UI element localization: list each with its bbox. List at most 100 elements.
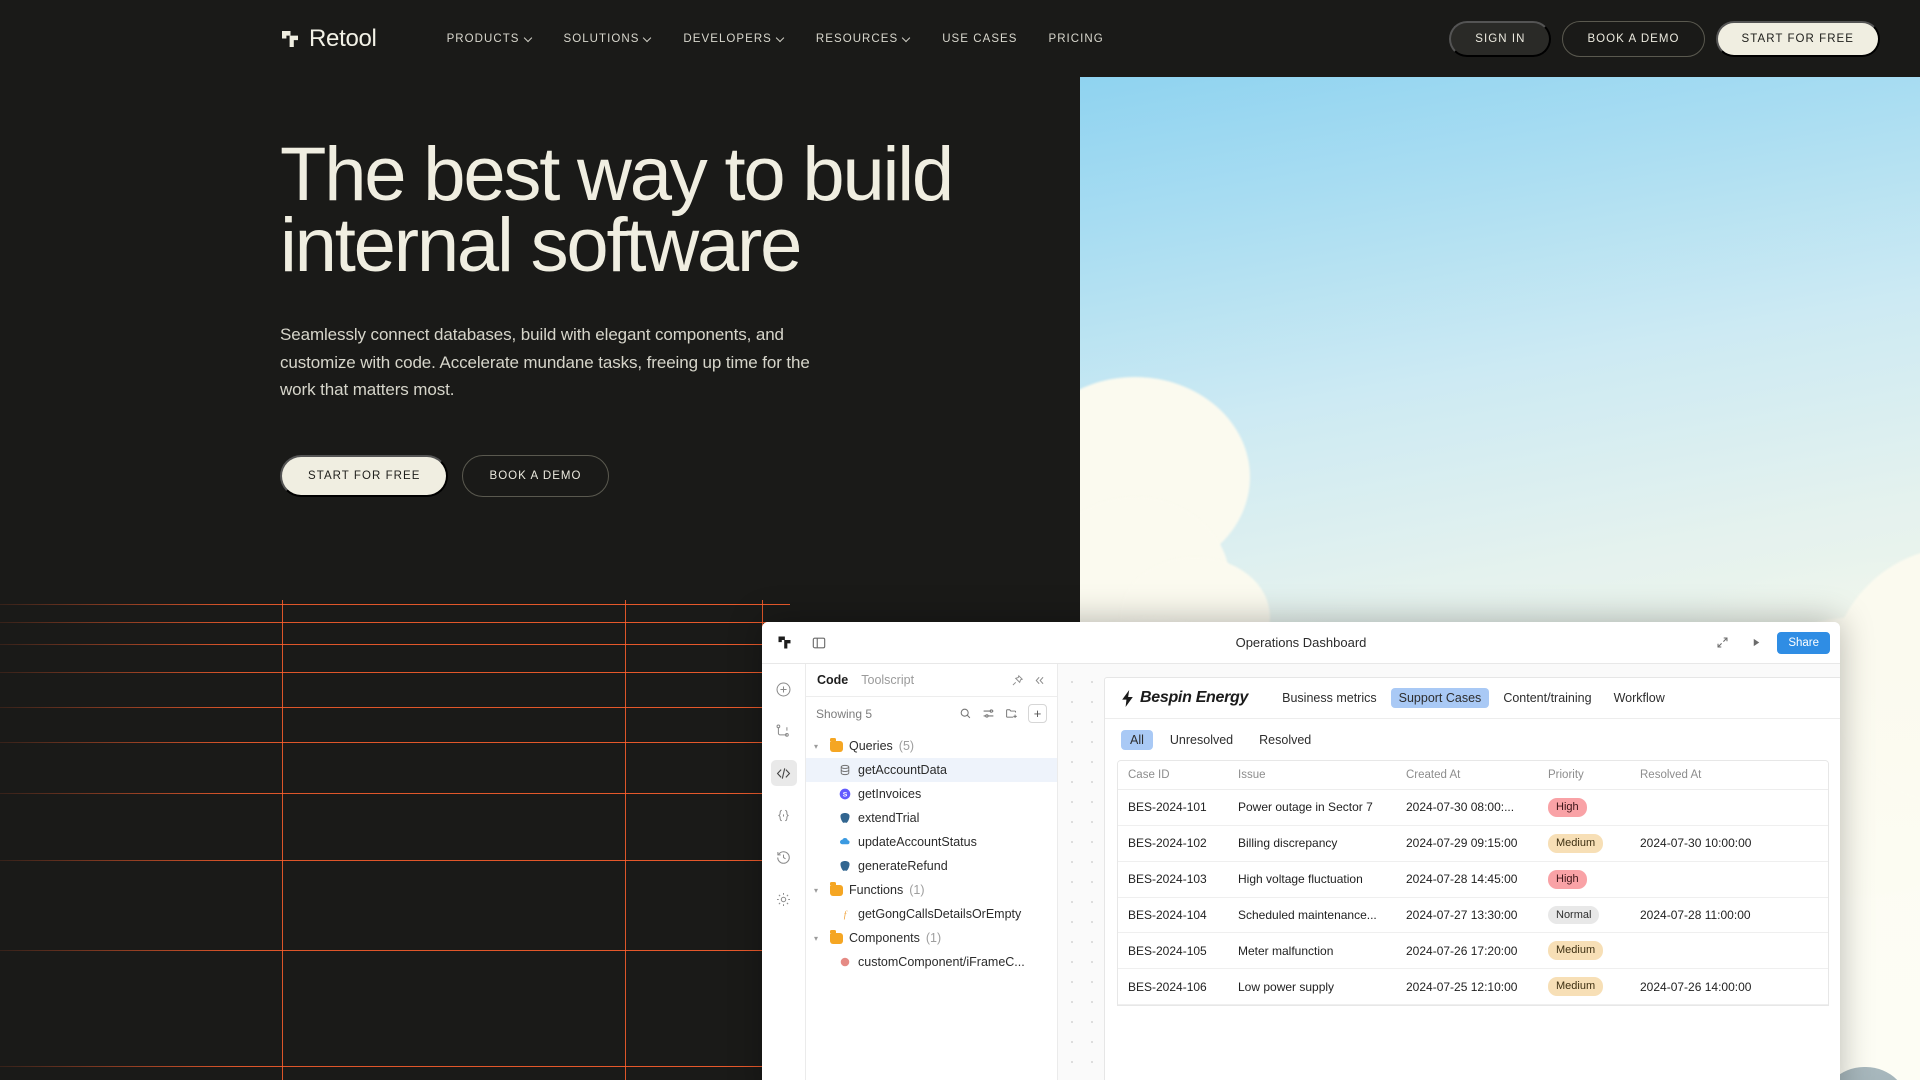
cell-resolved-at [1630,790,1828,826]
folder-icon [830,885,843,896]
decorative-grid [0,600,790,1080]
support-cases-table: Case ID Issue Created At Priority Resolv… [1118,761,1828,1005]
retool-app-preview: Operations Dashboard Share [762,622,1840,1080]
nav-link-developers[interactable]: DEVELOPERS [683,33,784,45]
hero-book-a-demo-button[interactable]: BOOK A DEMO [462,455,608,497]
hero-start-for-free-button[interactable]: START FOR FREE [280,455,448,497]
tab-support-cases[interactable]: Support Cases [1391,688,1490,708]
code-brackets-icon[interactable] [771,760,797,786]
postgres-icon [838,811,852,825]
cell-created-at: 2024-07-29 09:15:00 [1396,825,1538,861]
table-row[interactable]: BES-2024-106 Low power supply 2024-07-25… [1118,969,1828,1005]
table-header-row: Case ID Issue Created At Priority Resolv… [1118,761,1828,790]
nav-link-resources[interactable]: RESOURCES [816,33,911,45]
tree-node-label: Queries [849,739,893,753]
column-header-created-at[interactable]: Created At [1396,761,1538,790]
nav-link-use-cases[interactable]: USE CASES [942,33,1017,45]
column-header-resolved-at[interactable]: Resolved At [1630,761,1828,790]
nav-link-solutions[interactable]: SOLUTIONS [564,33,653,45]
tab-toolscript[interactable]: Toolscript [861,673,914,687]
cell-resolved-at [1630,933,1828,969]
cell-resolved-at [1630,861,1828,897]
cell-case-id: BES-2024-101 [1118,790,1228,826]
table-row[interactable]: BES-2024-104 Scheduled maintenance... 20… [1118,897,1828,933]
app-body: Code Toolscript [762,664,1840,1080]
app-icon-rail [762,664,806,1080]
tree-folder-queries[interactable]: ▾ Queries (5) [806,734,1057,758]
cell-issue: Scheduled maintenance... [1228,897,1396,933]
cloud-api-icon [838,835,852,849]
filter-all[interactable]: All [1121,730,1153,750]
nav-link-products[interactable]: PRODUCTS [447,33,533,45]
filter-unresolved[interactable]: Unresolved [1161,730,1242,750]
sign-in-button[interactable]: SIGN IN [1449,21,1551,57]
tree-node-label: getGongCallsDetailsOrEmpty [858,907,1021,921]
tree-folder-functions[interactable]: ▾ Functions (1) [806,878,1057,902]
tree-item-extend-trial[interactable]: extendTrial [806,806,1057,830]
add-plus-icon[interactable] [771,676,797,702]
cell-created-at: 2024-07-25 12:10:00 [1396,969,1538,1005]
tab-code[interactable]: Code [817,673,848,687]
hero-heading: The best way to build internal software [280,140,1040,281]
workflow-branch-icon[interactable] [771,718,797,744]
toggle-panel-icon[interactable] [806,630,832,656]
tab-content-training[interactable]: Content/training [1495,688,1599,708]
collapse-panel-icon[interactable] [1033,674,1046,687]
nav-link-pricing[interactable]: PRICING [1048,33,1103,45]
column-header-issue[interactable]: Issue [1228,761,1396,790]
retool-logo-icon [280,29,300,49]
column-header-case-id[interactable]: Case ID [1118,761,1228,790]
share-button[interactable]: Share [1777,632,1830,654]
retool-logo[interactable]: Retool [280,25,377,53]
cell-case-id: BES-2024-104 [1118,897,1228,933]
new-folder-icon[interactable] [1005,707,1018,720]
run-preview-play-icon[interactable] [1743,630,1769,656]
tree-item-get-account-data[interactable]: getAccountData [806,758,1057,782]
filter-sliders-icon[interactable] [982,707,995,720]
tree-item-get-gong-calls[interactable]: f getGongCallsDetailsOrEmpty [806,902,1057,926]
function-icon: f [838,907,852,921]
status-badge: Medium [1548,941,1603,960]
table-row[interactable]: BES-2024-103 High voltage fluctuation 20… [1118,861,1828,897]
svg-text:f: f [844,909,848,920]
search-icon[interactable] [959,707,972,720]
column-header-priority[interactable]: Priority [1538,761,1630,790]
tab-workflow[interactable]: Workflow [1606,688,1673,708]
tab-business-metrics[interactable]: Business metrics [1274,688,1384,708]
cell-resolved-at: 2024-07-28 11:00:00 [1630,897,1828,933]
cell-issue: Low power supply [1228,969,1396,1005]
history-clock-icon[interactable] [771,844,797,870]
showing-count-label: Showing 5 [816,707,872,721]
case-status-filters: All Unresolved Resolved [1105,719,1840,760]
table-row[interactable]: BES-2024-102 Billing discrepancy 2024-07… [1118,825,1828,861]
app-retool-logo-icon[interactable] [762,635,806,650]
stripe-icon: S [838,787,852,801]
landing-page: Retool PRODUCTS SOLUTIONS DEVELOPERS RES… [0,0,1920,1080]
add-query-button[interactable]: + [1028,704,1047,723]
tree-item-generate-refund[interactable]: generateRefund [806,854,1057,878]
tree-item-custom-component[interactable]: customComponent/iFrameC... [806,950,1057,974]
nav-link-label: PRODUCTS [447,33,520,45]
filter-resolved[interactable]: Resolved [1250,730,1320,750]
start-for-free-button[interactable]: START FOR FREE [1716,21,1880,57]
tree-folder-components[interactable]: ▾ Components (1) [806,926,1057,950]
chevron-down-icon [525,34,533,42]
tree-item-update-account-status[interactable]: updateAccountStatus [806,830,1057,854]
cell-created-at: 2024-07-27 13:30:00 [1396,897,1538,933]
cell-priority: Medium [1538,933,1630,969]
table-row[interactable]: BES-2024-105 Meter malfunction 2024-07-2… [1118,933,1828,969]
top-navigation-bar: Retool PRODUCTS SOLUTIONS DEVELOPERS RES… [0,0,1920,77]
book-a-demo-button[interactable]: BOOK A DEMO [1562,21,1704,57]
hero-cta-group: START FOR FREE BOOK A DEMO [280,455,1040,497]
tree-item-get-invoices[interactable]: S getInvoices [806,782,1057,806]
table-row[interactable]: BES-2024-101 Power outage in Sector 7 20… [1118,790,1828,826]
cell-issue: Billing discrepancy [1228,825,1396,861]
cell-resolved-at: 2024-07-26 14:00:00 [1630,969,1828,1005]
nav-link-label: DEVELOPERS [683,33,771,45]
cell-priority: Medium [1538,825,1630,861]
settings-gear-icon[interactable] [771,886,797,912]
pin-icon[interactable] [1011,674,1024,687]
bespin-tabs: Business metrics Support Cases Content/t… [1274,688,1673,708]
state-braces-icon[interactable] [771,802,797,828]
expand-fullscreen-icon[interactable] [1709,630,1735,656]
